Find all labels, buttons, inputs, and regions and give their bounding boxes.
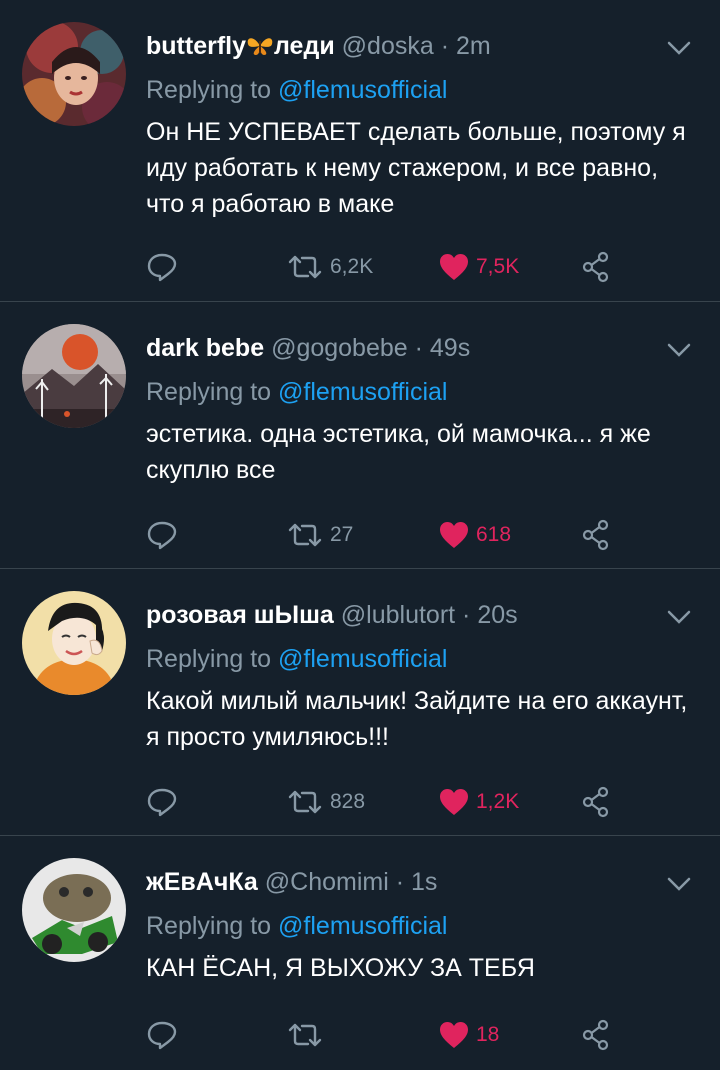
- reply-button[interactable]: [146, 1018, 178, 1052]
- share-icon: [582, 786, 609, 818]
- replying-to: Replying to @flemusofficial: [146, 910, 447, 942]
- reply-feed: butterfly леди @doska · 2m Replying to @f…: [0, 0, 720, 1070]
- share-button[interactable]: [580, 518, 612, 552]
- mention-link[interactable]: @flemusofficial: [278, 912, 447, 940]
- like-button[interactable]: 1,2K: [438, 785, 519, 819]
- retweet-count: 27: [330, 523, 354, 546]
- avatar[interactable]: [22, 591, 126, 695]
- action-bar: 18: [146, 1018, 700, 1052]
- tweet[interactable]: butterfly леди @doska · 2m Replying to @f…: [0, 0, 720, 302]
- heart-icon: [440, 1022, 468, 1048]
- tweet[interactable]: dark bebe @gogobebe · 49s Replying to @f…: [0, 302, 720, 569]
- like-count: 7,5K: [476, 255, 520, 278]
- display-name[interactable]: розовая шЫша: [146, 601, 334, 629]
- replying-to: Replying to @flemusofficial: [146, 74, 447, 106]
- retweet-button[interactable]: 6,2K: [286, 250, 373, 284]
- handle[interactable]: @lublutort: [341, 601, 455, 629]
- reply-button[interactable]: [146, 250, 178, 284]
- share-icon: [582, 1019, 609, 1051]
- separator-dot: ·: [433, 32, 456, 60]
- display-name-suffix[interactable]: леди: [274, 32, 335, 60]
- replying-to-label: Replying to: [146, 76, 272, 104]
- share-button[interactable]: [580, 1018, 612, 1052]
- butterfly-emoji-icon: [246, 32, 274, 60]
- share-icon: [582, 251, 609, 283]
- like-button[interactable]: 618: [438, 518, 511, 552]
- separator-dot: ·: [407, 334, 430, 362]
- separator-dot: ·: [388, 868, 411, 896]
- tweet-header: розовая шЫша @lublutort · 20s: [146, 599, 650, 631]
- tweet-header: butterfly леди @doska · 2m: [146, 30, 650, 62]
- reply-icon: [147, 788, 177, 817]
- tweet-text: Какой милый мальчик! Зайдите на его акка…: [146, 687, 688, 751]
- share-icon: [582, 519, 609, 551]
- reply-icon: [147, 253, 177, 282]
- chevron-down-icon[interactable]: [664, 605, 694, 629]
- like-button[interactable]: 7,5K: [438, 250, 519, 284]
- heart-icon: [440, 789, 468, 815]
- like-count: 1,2K: [476, 790, 520, 813]
- like-count: 18: [476, 1023, 500, 1046]
- separator-dot: ·: [455, 601, 478, 629]
- timestamp[interactable]: 2m: [456, 32, 491, 60]
- retweet-button[interactable]: 27: [286, 518, 353, 552]
- handle[interactable]: @doska: [342, 32, 434, 60]
- reply-icon: [147, 521, 177, 550]
- handle[interactable]: @gogobebe: [271, 334, 408, 362]
- retweet-icon: [288, 255, 322, 279]
- avatar[interactable]: [22, 22, 126, 126]
- retweet-button[interactable]: [286, 1018, 330, 1052]
- mention-link[interactable]: @flemusofficial: [278, 76, 447, 104]
- tweet-header: жЕвАчКа @Chomimi · 1s: [146, 866, 650, 898]
- like-count: 618: [476, 523, 512, 546]
- mention-link[interactable]: @flemusofficial: [278, 378, 447, 406]
- retweet-icon: [288, 1023, 322, 1047]
- tweet-header: dark bebe @gogobebe · 49s: [146, 332, 650, 364]
- display-name[interactable]: butterfly: [146, 32, 246, 60]
- mention-link[interactable]: @flemusofficial: [278, 645, 447, 673]
- retweet-count: 6,2K: [330, 255, 374, 278]
- reply-button[interactable]: [146, 785, 178, 819]
- tweet[interactable]: розовая шЫша @lublutort · 20s Replying t…: [0, 569, 720, 836]
- action-bar: 6,2K 7,5K: [146, 250, 700, 284]
- action-bar: 828 1,2K: [146, 785, 700, 819]
- heart-icon: [440, 254, 468, 280]
- reply-button[interactable]: [146, 518, 178, 552]
- retweet-icon: [288, 523, 322, 547]
- replying-to-label: Replying to: [146, 378, 272, 406]
- retweet-button[interactable]: 828: [286, 785, 365, 819]
- heart-icon: [440, 522, 468, 548]
- replying-to-label: Replying to: [146, 912, 272, 940]
- avatar[interactable]: [22, 324, 126, 428]
- timestamp[interactable]: 1s: [411, 868, 437, 896]
- replying-to: Replying to @flemusofficial: [146, 376, 447, 408]
- share-button[interactable]: [580, 785, 612, 819]
- chevron-down-icon[interactable]: [664, 36, 694, 60]
- chevron-down-icon[interactable]: [664, 338, 694, 362]
- reply-icon: [147, 1021, 177, 1050]
- share-button[interactable]: [580, 250, 612, 284]
- timestamp[interactable]: 20s: [477, 601, 517, 629]
- tweet-text: Он НЕ УСПЕВАЕТ сделать больше, поэтому я…: [146, 118, 686, 218]
- action-bar: 27 618: [146, 518, 700, 552]
- display-name[interactable]: dark bebe: [146, 334, 264, 362]
- timestamp[interactable]: 49s: [430, 334, 470, 362]
- display-name[interactable]: жЕвАчКа: [146, 868, 258, 896]
- tweet[interactable]: жЕвАчКа @Chomimi · 1s Replying to @flemu…: [0, 836, 720, 1070]
- tweet-text: эстетика. одна эстетика, ой мамочка... я…: [146, 420, 651, 484]
- avatar[interactable]: [22, 858, 126, 962]
- handle[interactable]: @Chomimi: [265, 868, 389, 896]
- replying-to-label: Replying to: [146, 645, 272, 673]
- replying-to: Replying to @flemusofficial: [146, 643, 447, 675]
- retweet-count: 828: [330, 790, 366, 813]
- tweet-text: КАН ЁСАН, Я ВЫХОЖУ ЗА ТЕБЯ: [146, 954, 535, 982]
- chevron-down-icon[interactable]: [664, 872, 694, 896]
- retweet-icon: [288, 790, 322, 814]
- like-button[interactable]: 18: [438, 1018, 499, 1052]
